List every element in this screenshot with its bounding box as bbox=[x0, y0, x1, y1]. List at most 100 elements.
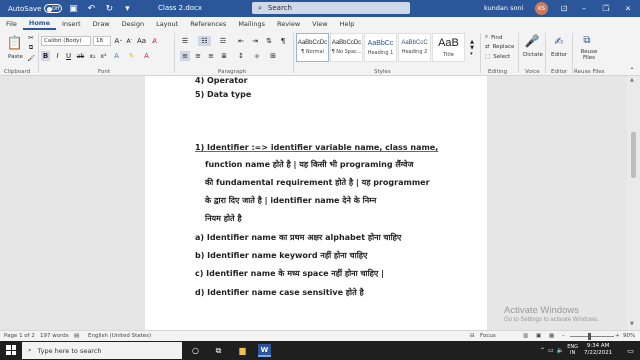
tab-file[interactable]: File bbox=[0, 17, 23, 30]
vertical-scrollbar[interactable]: ▲ ▼ bbox=[627, 76, 640, 330]
taskbar-clock[interactable]: 9:34 AM 7/22/2021 bbox=[584, 343, 612, 357]
proofing-icon[interactable]: ▤ bbox=[74, 333, 79, 339]
tab-help[interactable]: Help bbox=[334, 17, 361, 30]
tab-design[interactable]: Design bbox=[116, 17, 150, 30]
windows-start-icon[interactable] bbox=[6, 345, 16, 355]
paste-icon[interactable]: 📋 bbox=[6, 34, 24, 52]
read-mode-icon[interactable]: ▥ bbox=[523, 333, 528, 339]
document-page[interactable]: 4) Operator 5) Data type 1) Identifier :… bbox=[145, 76, 487, 330]
document-area[interactable]: 4) Operator 5) Data type 1) Identifier :… bbox=[0, 76, 640, 330]
line-spacing-icon[interactable]: ↕ bbox=[236, 51, 246, 61]
search-box[interactable]: ⌕ Search bbox=[252, 2, 410, 14]
increase-indent-icon[interactable]: ⇥ bbox=[250, 36, 260, 46]
network-icon[interactable]: ▭ bbox=[548, 347, 554, 354]
tab-view[interactable]: View bbox=[306, 17, 333, 30]
zoom-out-icon[interactable]: – bbox=[562, 333, 565, 339]
sort-icon[interactable]: ⇅ bbox=[264, 36, 274, 46]
focus-button[interactable]: Focus bbox=[480, 333, 496, 339]
customize-toolbar-icon[interactable]: ▾ bbox=[120, 2, 134, 16]
select-button[interactable]: ⬚ Select bbox=[485, 54, 510, 60]
multilevel-list-icon[interactable]: ☲ bbox=[218, 36, 228, 46]
grow-font-icon[interactable]: A ^ bbox=[114, 36, 123, 46]
bold-button[interactable]: B bbox=[41, 51, 50, 61]
dictate-button[interactable]: Dictate bbox=[523, 52, 543, 58]
print-layout-icon[interactable]: ▣ bbox=[536, 333, 541, 339]
align-center-icon[interactable]: ≡ bbox=[193, 51, 203, 61]
save-icon[interactable]: ▣ bbox=[66, 2, 80, 16]
focus-icon[interactable]: ⊟ bbox=[470, 333, 475, 339]
tab-mailings[interactable]: Mailings bbox=[232, 17, 271, 30]
tab-references[interactable]: References bbox=[184, 17, 232, 30]
scroll-up-icon[interactable]: ▲ bbox=[630, 77, 634, 83]
style-item[interactable]: AaB Title bbox=[432, 33, 465, 62]
change-case-icon[interactable]: Aa bbox=[137, 36, 146, 46]
task-view-icon[interactable]: ⧉ bbox=[212, 344, 225, 357]
reuse-files-button[interactable]: Reuse Files bbox=[578, 49, 600, 61]
style-item[interactable]: AaBbCc Heading 1 bbox=[364, 33, 397, 62]
show-hidden-icons-icon[interactable]: ⌃ bbox=[540, 347, 545, 354]
scroll-down-icon[interactable]: ▼ bbox=[630, 321, 634, 327]
text-effects-icon[interactable]: A bbox=[112, 51, 121, 61]
shading-icon[interactable]: ◈ bbox=[252, 51, 262, 61]
zoom-in-icon[interactable]: + bbox=[615, 333, 620, 339]
microphone-icon[interactable]: 🎤 bbox=[525, 33, 540, 49]
editor-icon[interactable]: ✍ bbox=[552, 33, 566, 49]
word-count[interactable]: 197 words bbox=[40, 333, 69, 339]
borders-icon[interactable]: ⊞ bbox=[268, 51, 278, 61]
web-layout-icon[interactable]: ▦ bbox=[549, 333, 554, 339]
replace-button[interactable]: ⇄ Replace bbox=[485, 44, 514, 50]
font-size-combo[interactable]: 18 bbox=[93, 36, 111, 46]
decrease-indent-icon[interactable]: ⇤ bbox=[236, 36, 246, 46]
language-indicator[interactable]: English (United States) bbox=[88, 333, 151, 339]
zoom-slider[interactable] bbox=[570, 336, 614, 337]
volume-icon[interactable]: 🔈 bbox=[557, 347, 564, 354]
font-name-combo[interactable]: Calibri (Body) bbox=[41, 36, 91, 46]
collapse-ribbon-icon[interactable]: ⌃ bbox=[628, 67, 636, 74]
format-painter-icon[interactable]: 🖌 bbox=[27, 54, 35, 62]
share-button[interactable]: ⇪ Share bbox=[560, 2, 587, 10]
align-left-icon[interactable]: ≡ bbox=[180, 51, 190, 61]
find-button[interactable]: ⌕ Find bbox=[485, 34, 502, 41]
italic-button[interactable]: I bbox=[53, 51, 62, 61]
tab-layout[interactable]: Layout bbox=[150, 17, 184, 30]
justify-icon[interactable]: ≣ bbox=[219, 51, 229, 61]
file-explorer-icon[interactable]: ▆ bbox=[236, 344, 249, 357]
highlight-icon[interactable]: ✎ bbox=[127, 51, 136, 61]
user-name[interactable]: kundan soni bbox=[484, 4, 523, 12]
language-indicator-taskbar[interactable]: ENG IN bbox=[567, 344, 578, 356]
tab-home[interactable]: Home bbox=[22, 17, 56, 30]
scroll-thumb[interactable] bbox=[631, 132, 636, 178]
style-item[interactable]: AaBbCcDc ¶ No Spac... bbox=[330, 33, 363, 62]
taskbar-search-box[interactable]: ⌕ Type here to search bbox=[22, 342, 182, 359]
align-right-icon[interactable]: ≡ bbox=[206, 51, 216, 61]
cut-icon[interactable]: ✂ bbox=[27, 34, 35, 42]
tab-insert[interactable]: Insert bbox=[56, 17, 87, 30]
clear-formatting-icon[interactable]: A̷ bbox=[150, 36, 159, 46]
bullets-icon[interactable]: ☰ bbox=[180, 36, 190, 46]
redo-icon[interactable]: ↻ bbox=[102, 2, 116, 16]
copy-icon[interactable]: ⧉ bbox=[27, 44, 35, 52]
style-item[interactable]: AaBbCcC Heading 2 bbox=[398, 33, 431, 62]
superscript-button[interactable]: x² bbox=[99, 51, 108, 61]
tab-review[interactable]: Review bbox=[271, 17, 306, 30]
strikethrough-button[interactable]: ab bbox=[76, 51, 85, 61]
reuse-files-icon[interactable]: ⧉ bbox=[580, 33, 594, 47]
zoom-level[interactable]: 90% bbox=[623, 333, 635, 339]
show-formatting-icon[interactable]: ¶ bbox=[278, 36, 288, 46]
paste-button[interactable]: Paste bbox=[8, 54, 23, 60]
undo-icon[interactable]: ↶ bbox=[84, 2, 98, 16]
zoom-slider-thumb[interactable] bbox=[588, 333, 591, 340]
shrink-font-icon[interactable]: Aˇ bbox=[125, 36, 134, 46]
underline-button[interactable]: U bbox=[64, 51, 73, 61]
numbering-icon[interactable]: ☷ bbox=[198, 36, 211, 46]
cortana-icon[interactable]: ○ bbox=[189, 344, 202, 357]
style-item[interactable]: AaBbCcDc ¶ Normal bbox=[296, 33, 329, 62]
subscript-button[interactable]: x₂ bbox=[88, 51, 97, 61]
autosave-control[interactable]: AutoSave Off bbox=[8, 4, 63, 13]
avatar[interactable]: KS bbox=[535, 2, 548, 15]
styles-scroll-icon[interactable]: ▲ ▼ ▾ bbox=[468, 34, 476, 62]
comments-button[interactable]: ▭ Comments bbox=[594, 2, 638, 10]
editor-button[interactable]: Editor bbox=[551, 52, 567, 58]
word-app-icon[interactable]: W bbox=[258, 344, 271, 357]
page-count[interactable]: Page 1 of 2 bbox=[4, 333, 35, 339]
